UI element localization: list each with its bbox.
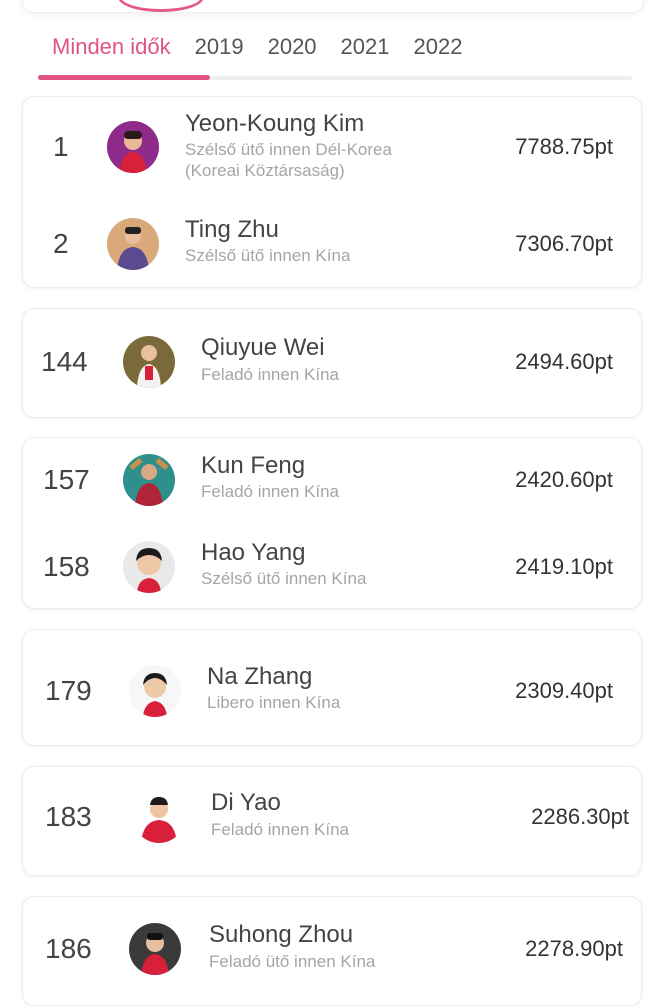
player-name: Na Zhang <box>207 663 313 690</box>
rank-number: 186 <box>45 933 92 964</box>
tab-2020[interactable]: 2020 <box>256 24 329 68</box>
player-points: 2286.30pt <box>531 804 629 829</box>
player-name: Kun Feng <box>201 452 306 479</box>
player-avatar <box>107 218 159 270</box>
player-position: Szélső ütő innen Dél-Korea <box>185 140 392 159</box>
player-name: Yeon-Koung Kim <box>185 110 365 137</box>
player-points: 2419.10pt <box>515 554 613 579</box>
tab-all-time[interactable]: Minden idők <box>38 24 183 68</box>
player-position: Szélső ütő innen Kína <box>185 246 351 265</box>
ranking-group: 1 Yeon-Koung Kim Szélső ütő innen Dél-Ko… <box>22 96 642 288</box>
header-card <box>22 0 644 13</box>
player-avatar <box>123 541 175 593</box>
ranking-group: 144 Qiuyue Wei Feladó innen Kína 2494.60… <box>22 308 642 418</box>
rank-number: 2 <box>53 228 69 259</box>
year-tabs: Minden idők 2019 2020 2021 2022 <box>38 24 632 80</box>
player-position: Szélső ütő innen Kína <box>201 569 367 588</box>
ranking-group: 157 Kun Feng Feladó innen Kína 2420.60pt… <box>22 437 642 609</box>
player-avatar <box>123 336 175 388</box>
player-name: Suhong Zhou <box>209 921 354 948</box>
player-avatar <box>107 121 159 173</box>
rank-number: 157 <box>43 464 90 495</box>
player-points: 2309.40pt <box>515 678 613 703</box>
tab-2022[interactable]: 2022 <box>402 24 475 68</box>
player-points: 2494.60pt <box>515 349 613 374</box>
player-country-detail: (Koreai Köztársaság) <box>185 161 345 180</box>
player-avatar <box>123 454 175 506</box>
player-position: Libero innen Kína <box>207 693 341 712</box>
player-name: Di Yao <box>211 789 281 816</box>
player-points: 7306.70pt <box>515 231 613 256</box>
rank-number: 183 <box>45 801 92 832</box>
player-points: 2420.60pt <box>515 467 613 492</box>
player-position: Feladó innen Kína <box>201 482 339 501</box>
player-name: Hao Yang <box>201 539 306 566</box>
player-position: Feladó ütő innen Kína <box>209 952 376 971</box>
player-points: 7788.75pt <box>515 134 613 159</box>
ranking-group: 183 Di Yao Feladó innen Kína 2286.30pt <box>22 766 642 876</box>
rank-number: 144 <box>41 346 88 377</box>
ranking-group: 186 Suhong Zhou Feladó ütő innen Kína 22… <box>22 896 642 1006</box>
rank-number: 1 <box>53 131 69 162</box>
player-avatar <box>133 791 185 843</box>
player-position: Feladó innen Kína <box>211 820 349 839</box>
rank-number: 179 <box>45 675 92 706</box>
ranking-group: 179 Na Zhang Libero innen Kína 2309.40pt <box>22 629 642 746</box>
player-avatar <box>129 923 181 975</box>
player-name: Qiuyue Wei <box>201 334 325 361</box>
player-name: Ting Zhu <box>185 216 279 243</box>
player-avatar <box>129 665 181 717</box>
tab-2019[interactable]: 2019 <box>183 24 256 68</box>
active-tab-indicator <box>38 75 210 80</box>
player-position: Feladó innen Kína <box>201 365 339 384</box>
player-points: 2278.90pt <box>525 936 623 961</box>
tab-2021[interactable]: 2021 <box>329 24 402 68</box>
rank-number: 158 <box>43 551 90 582</box>
